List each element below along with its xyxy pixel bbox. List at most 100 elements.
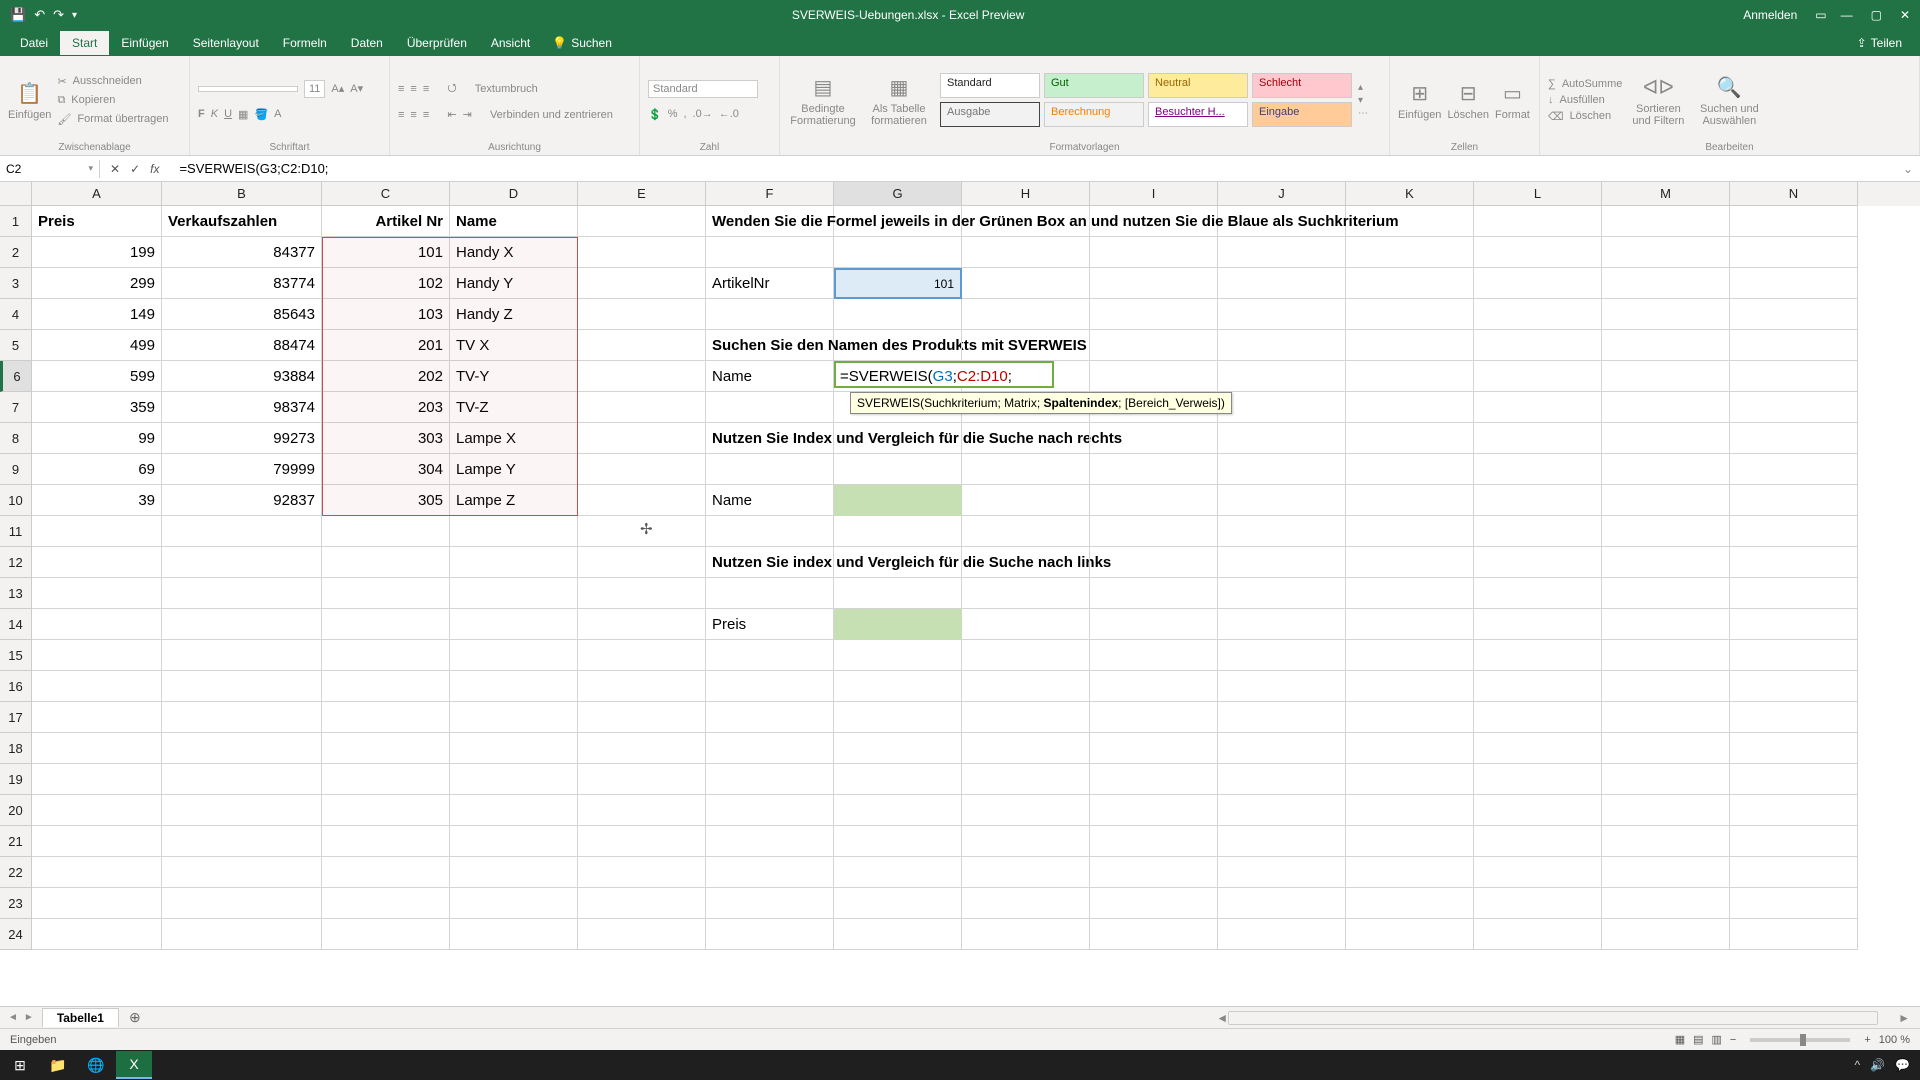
cell-C10[interactable]: 305	[322, 485, 450, 516]
row-header-21[interactable]: 21	[0, 826, 32, 857]
font-color-icon[interactable]: A	[274, 108, 281, 120]
hscroll-left-icon[interactable]: ◄	[1216, 1011, 1228, 1025]
browser-icon[interactable]: 🌐	[78, 1051, 114, 1079]
delete-cells-icon[interactable]: ⊟	[1454, 79, 1482, 107]
qat-more-icon[interactable]: ▾	[72, 10, 77, 21]
cell-F7[interactable]	[706, 392, 834, 423]
horizontal-scrollbar[interactable]	[1228, 1011, 1878, 1025]
row-header-7[interactable]: 7	[0, 392, 32, 423]
cell-A20[interactable]	[32, 795, 162, 826]
percent-icon[interactable]: %	[668, 108, 678, 120]
col-header-D[interactable]: D	[450, 182, 578, 206]
cell-A6[interactable]: 599	[32, 361, 162, 392]
cell-E20[interactable]	[578, 795, 706, 826]
cell-J21[interactable]	[1218, 826, 1346, 857]
cell-L9[interactable]	[1474, 454, 1602, 485]
cell-E13[interactable]	[578, 578, 706, 609]
cell-E22[interactable]	[578, 857, 706, 888]
cell-K4[interactable]	[1346, 299, 1474, 330]
cell-C17[interactable]	[322, 702, 450, 733]
cell-G11[interactable]	[834, 516, 962, 547]
tab-formulas[interactable]: Formeln	[271, 31, 339, 55]
cell-G2[interactable]	[834, 237, 962, 268]
cell-H2[interactable]	[962, 237, 1090, 268]
cell-M5[interactable]	[1602, 330, 1730, 361]
cell-D23[interactable]	[450, 888, 578, 919]
col-header-H[interactable]: H	[962, 182, 1090, 206]
cell-N20[interactable]	[1730, 795, 1858, 826]
number-format-select[interactable]: Standard	[648, 80, 758, 98]
cell-J19[interactable]	[1218, 764, 1346, 795]
cell-D6[interactable]: TV-Y	[450, 361, 578, 392]
cell-F19[interactable]	[706, 764, 834, 795]
tab-review[interactable]: Überprüfen	[395, 31, 479, 55]
row-header-6[interactable]: 6	[0, 361, 32, 392]
find-select-icon[interactable]: 🔍	[1715, 73, 1743, 101]
cell-M14[interactable]	[1602, 609, 1730, 640]
confirm-formula-icon[interactable]: ✓	[130, 162, 140, 176]
cell-D16[interactable]	[450, 671, 578, 702]
row-header-14[interactable]: 14	[0, 609, 32, 640]
cell-J9[interactable]	[1218, 454, 1346, 485]
cell-I6[interactable]	[1090, 361, 1218, 392]
col-header-I[interactable]: I	[1090, 182, 1218, 206]
cell-K13[interactable]	[1346, 578, 1474, 609]
namebox-dropdown-icon[interactable]: ▾	[88, 163, 93, 174]
cell-M10[interactable]	[1602, 485, 1730, 516]
share-button[interactable]: ⇪Teilen	[1857, 36, 1912, 50]
cell-J14[interactable]	[1218, 609, 1346, 640]
cell-I5[interactable]	[1090, 330, 1218, 361]
cell-N19[interactable]	[1730, 764, 1858, 795]
cell-A14[interactable]	[32, 609, 162, 640]
style-berechnung[interactable]: Berechnung	[1044, 102, 1144, 127]
row-header-11[interactable]: 11	[0, 516, 32, 547]
cell-A12[interactable]	[32, 547, 162, 578]
cell-F12[interactable]: Nutzen Sie index und Vergleich für die S…	[706, 547, 834, 578]
cell-M4[interactable]	[1602, 299, 1730, 330]
style-gut[interactable]: Gut	[1044, 73, 1144, 98]
add-sheet-button[interactable]: ⊕	[119, 1009, 151, 1026]
cell-B12[interactable]	[162, 547, 322, 578]
cell-I9[interactable]	[1090, 454, 1218, 485]
cell-L10[interactable]	[1474, 485, 1602, 516]
cell-D7[interactable]: TV-Z	[450, 392, 578, 423]
cell-J15[interactable]	[1218, 640, 1346, 671]
cell-I14[interactable]	[1090, 609, 1218, 640]
cell-D8[interactable]: Lampe X	[450, 423, 578, 454]
cell-F17[interactable]	[706, 702, 834, 733]
style-standard[interactable]: Standard	[940, 73, 1040, 98]
cell-N4[interactable]	[1730, 299, 1858, 330]
cell-L6[interactable]	[1474, 361, 1602, 392]
align-mid-icon[interactable]: ≡	[410, 83, 416, 95]
row-header-10[interactable]: 10	[0, 485, 32, 516]
clear-button[interactable]: ⌫Löschen	[1548, 110, 1622, 123]
sheet-next-icon[interactable]: ►	[24, 1012, 34, 1023]
cell-C6[interactable]: 202	[322, 361, 450, 392]
cell-F14[interactable]: Preis	[706, 609, 834, 640]
cell-D20[interactable]	[450, 795, 578, 826]
cell-B23[interactable]	[162, 888, 322, 919]
styles-more-icon[interactable]: ⋯	[1358, 108, 1368, 119]
cell-H23[interactable]	[962, 888, 1090, 919]
row-header-19[interactable]: 19	[0, 764, 32, 795]
format-painter-button[interactable]: 🖌Format übertragen	[57, 113, 168, 126]
cell-A8[interactable]: 99	[32, 423, 162, 454]
cell-D15[interactable]	[450, 640, 578, 671]
cell-M1[interactable]	[1602, 206, 1730, 237]
cell-B17[interactable]	[162, 702, 322, 733]
cell-C3[interactable]: 102	[322, 268, 450, 299]
cell-E18[interactable]	[578, 733, 706, 764]
cell-A16[interactable]	[32, 671, 162, 702]
tab-insert[interactable]: Einfügen	[109, 31, 180, 55]
cell-G16[interactable]	[834, 671, 962, 702]
cell-N13[interactable]	[1730, 578, 1858, 609]
zoom-in-icon[interactable]: +	[1864, 1034, 1870, 1046]
cell-M7[interactable]	[1602, 392, 1730, 423]
cell-L7[interactable]	[1474, 392, 1602, 423]
cell-D14[interactable]	[450, 609, 578, 640]
cell-B6[interactable]: 93884	[162, 361, 322, 392]
cell-A5[interactable]: 499	[32, 330, 162, 361]
cell-I15[interactable]	[1090, 640, 1218, 671]
cell-I22[interactable]	[1090, 857, 1218, 888]
cell-N3[interactable]	[1730, 268, 1858, 299]
